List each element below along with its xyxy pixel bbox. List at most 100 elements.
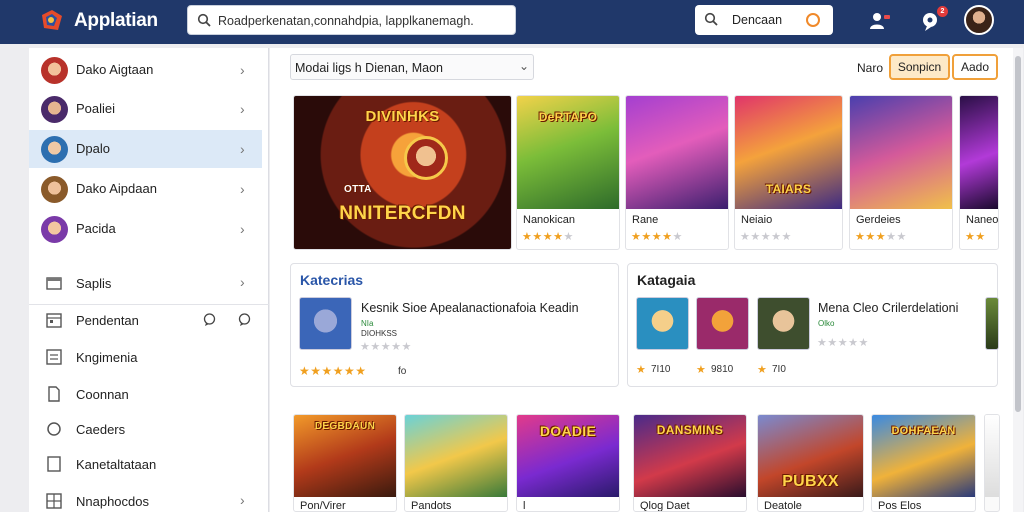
sidebar-nav-label: Saplis	[76, 276, 112, 291]
game-thumbnail[interactable]	[757, 297, 810, 350]
scrollbar-thumb[interactable]	[1015, 56, 1021, 412]
game-card-partial[interactable]	[984, 414, 1000, 512]
game-card[interactable]: TAIARS Neiaio ★★★★★	[734, 95, 843, 250]
sidebar-nav-label: Pendentan	[76, 313, 139, 328]
comment-icon[interactable]	[203, 313, 216, 326]
game-card-art	[626, 96, 728, 209]
sidebar-nav-item-1[interactable]: Saplis ›	[29, 268, 262, 298]
sidebar-nav-item-2[interactable]: Pendentan	[29, 305, 262, 335]
search-icon	[197, 13, 211, 27]
sidebar-nav-item-3[interactable]: Kngimenia	[29, 342, 262, 372]
filter-dropdown-value: Modai ligs h Dienan, Maon	[295, 61, 443, 75]
rating-value: fo	[398, 366, 407, 377]
search-input[interactable]	[218, 11, 508, 31]
user-avatar[interactable]	[964, 5, 994, 35]
game-card-title: Rane	[632, 214, 659, 226]
grid-icon	[46, 493, 62, 509]
game-card[interactable]: PUBXX Deatole	[757, 414, 864, 512]
filter-dropdown[interactable]: Modai ligs h Dienan, Maon ⌄	[290, 54, 534, 80]
chevron-right-icon: ›	[240, 62, 245, 78]
featured-game-card[interactable]: DIVINHKS OTTA NNITERCFDN	[293, 95, 512, 250]
star-rating: ★★★★★	[522, 231, 574, 243]
star-rating: ★★★★★	[855, 231, 907, 243]
search-icon	[704, 12, 718, 26]
featured-art-tag: OTTA	[344, 184, 372, 195]
game-card[interactable]: Gerdeies ★★★★★	[849, 95, 953, 250]
sidebar-nav-label: Caeders	[76, 422, 126, 437]
notifications-button[interactable]: 2	[920, 6, 948, 33]
game-card-title: Pos Elos	[878, 500, 922, 512]
game-card-title: Pon/Virer	[300, 500, 346, 512]
sidebar-item-label: Dako Aigtaan	[76, 62, 154, 77]
notification-badge: 2	[937, 6, 948, 17]
sidebar-nav-label: Coonnan	[76, 387, 129, 402]
game-card-art-title: PUBXX	[782, 473, 839, 490]
sidebar-item-profile-3[interactable]: Dpalo ›	[29, 130, 262, 168]
app-logo-icon[interactable]	[40, 8, 64, 32]
message-icon[interactable]	[238, 313, 251, 326]
document-icon	[48, 386, 60, 402]
category-panel: Katagaia Mena Cleo Crilerdelationi Olko …	[627, 263, 999, 387]
game-card-art-title: DeRTAPO	[538, 110, 598, 124]
chevron-right-icon: ›	[240, 101, 245, 117]
chevron-right-icon: ›	[240, 221, 245, 237]
game-card-title: Naneo	[966, 214, 999, 226]
game-card-art-title: DANSMINS	[656, 423, 724, 437]
sidebar-item-profile-4[interactable]: Dako Aipdaan ›	[29, 170, 262, 208]
chevron-right-icon: ›	[240, 492, 245, 508]
sidebar-nav-item-6[interactable]: Kanetaltataan	[29, 449, 262, 479]
file-icon	[47, 456, 61, 472]
top-bar: Applatian Dencaan 2	[0, 0, 1024, 44]
game-card[interactable]: DOHFAEAN Pos Elos	[871, 414, 976, 512]
price-value: 7I10	[651, 364, 671, 375]
star-rating: ★★★★★	[360, 341, 412, 353]
chevron-right-icon: ›	[240, 141, 245, 157]
sidebar-item-label: Dako Aipdaan	[76, 181, 157, 196]
game-card[interactable]: Naneo ★★	[959, 95, 999, 250]
main-content: Modai ligs h Dienan, Maon ⌄ Naro Sonpicn…	[270, 48, 1014, 512]
game-card[interactable]: DOADIE l	[516, 414, 620, 512]
panel-tag: Olko	[818, 319, 835, 328]
game-card-art	[960, 96, 998, 209]
game-card[interactable]: Pandots	[404, 414, 508, 512]
users-button[interactable]	[868, 9, 892, 33]
game-card[interactable]: DANSMINS Qlog Daet	[633, 414, 747, 512]
game-card-title: l	[523, 500, 526, 512]
game-card-art-title: DOHFAEAN	[891, 425, 956, 437]
primary-action-button[interactable]: Sonpicn	[889, 54, 950, 80]
game-card-art	[985, 415, 999, 497]
sidebar-nav-label: Kngimenia	[76, 350, 138, 365]
search-box[interactable]	[187, 5, 516, 35]
calendar-icon	[46, 313, 62, 328]
game-thumbnail[interactable]	[696, 297, 749, 350]
star-rating: ★★★★★	[817, 337, 869, 349]
sidebar-item-profile-5[interactable]: Pacida ›	[29, 210, 262, 248]
secondary-search-label: Dencaan	[732, 13, 783, 27]
secondary-action-button[interactable]: Aado	[952, 54, 998, 80]
panel-tag: NIa	[361, 319, 374, 328]
sidebar-item-profile-1[interactable]: Dako Aigtaan ›	[29, 51, 262, 89]
game-card[interactable]: Rane ★★★★★	[625, 95, 729, 250]
price-star-icon: ★	[696, 364, 707, 376]
sidebar-nav-item-5[interactable]: Caeders	[29, 414, 262, 444]
game-card-title: Nanokican	[523, 214, 575, 226]
avatar	[41, 216, 68, 243]
game-card[interactable]: DeRTAPO Nanokican ★★★★★	[516, 95, 620, 250]
game-thumbnail[interactable]	[299, 297, 352, 350]
sidebar-nav-item-4[interactable]: Coonnan	[29, 379, 262, 409]
game-thumbnail-partial[interactable]	[985, 297, 999, 350]
chevron-down-icon: ⌄	[519, 59, 530, 73]
game-thumbnail[interactable]	[636, 297, 689, 350]
panel-tag-secondary: DIOHKSS	[361, 329, 398, 338]
avatar	[41, 176, 68, 203]
sidebar-item-profile-2[interactable]: Poaliei ›	[29, 90, 262, 128]
price-value: 9810	[711, 364, 734, 375]
avatar	[41, 96, 68, 123]
price-value: 7I0	[772, 364, 786, 375]
game-card[interactable]: DEGBDAUN Pon/Virer	[293, 414, 397, 512]
secondary-search-box[interactable]: Dencaan	[695, 5, 833, 35]
avatar	[41, 57, 68, 84]
price-star-icon: ★	[636, 364, 647, 376]
sidebar-nav-item-7[interactable]: Nnaphocdos ›	[29, 486, 262, 512]
featured-hero-portrait	[404, 136, 448, 180]
